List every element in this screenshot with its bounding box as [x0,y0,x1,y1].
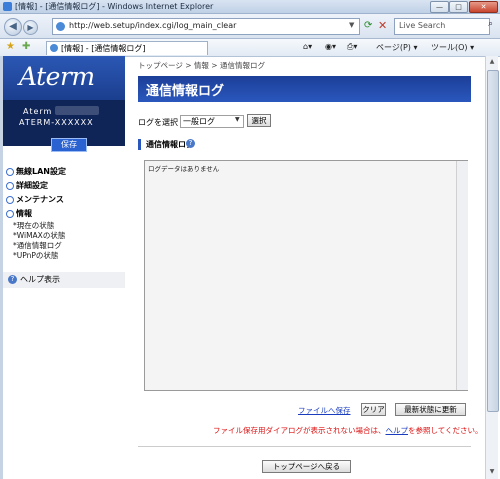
navigation-bar: ◀ ▶ http://web.setup/index.cgi/log_main_… [0,14,500,39]
menu-label: 詳細設定 [16,181,48,190]
bullet-icon [6,195,14,204]
page-title: 通信情報ログ [146,84,225,99]
search-icon[interactable]: ⌕ [488,19,493,29]
menu-label: 情報 [16,209,32,218]
feeds-icon[interactable]: ◉▾ [325,42,336,51]
clear-button[interactable]: クリア [361,403,386,416]
tab-label: [情報] - [通信情報ログ] [61,44,146,53]
sidebar: Aterm Aterm ATERM-XXXXXX 保存 無線LAN設定 詳細設定… [3,56,125,479]
save-notice: ファイル保存用ダイアログが表示されない場合は、ヘルプを参照してください。 [213,425,483,436]
back-button[interactable]: ◀ [4,18,22,36]
notice-text: ファイル保存用ダイアログが表示されない場合は、 [213,426,386,435]
page-header: 通信情報ログ [138,76,471,102]
favorites-star-icon[interactable]: ★ [6,41,15,52]
add-favorite-icon[interactable]: ✚ [22,41,30,52]
scroll-thumb[interactable] [487,70,499,412]
model-name: Aterm [23,107,53,116]
menu-maintenance[interactable]: メンテナンス [6,194,64,205]
refresh-icon[interactable]: ⟳ [364,20,372,31]
close-button[interactable]: ✕ [469,1,498,13]
redacted-text [55,106,99,115]
page-menu-label: ページ(P) [376,43,411,52]
page-icon [56,22,65,31]
stop-icon[interactable]: ✕ [378,19,387,32]
home-icon[interactable]: ⌂▾ [303,42,312,51]
tab-current[interactable]: [情報] - [通信情報ログ] [46,41,208,55]
aterm-logo: Aterm [3,56,125,100]
chevron-down-icon: ▼ [235,116,240,123]
section-marker [138,139,141,150]
maximize-button[interactable]: □ [449,1,468,13]
tab-bar: ★ ✚ [情報] - [通信情報ログ] ⌂▾ ◉▾ ⎙▾ ページ(P) ▾ ツー… [0,39,500,57]
menu-label: 無線LAN設定 [16,167,66,176]
help-label: ヘルプ表示 [20,275,60,284]
menu-info[interactable]: 情報 [6,208,32,219]
log-content: ログデータはありません [148,165,220,173]
help-icon: ? [8,275,17,284]
menu-advanced-settings[interactable]: 詳細設定 [6,180,48,191]
search-placeholder: Live Search [399,21,446,30]
tools-menu-label: ツール(O) [431,43,468,52]
bullet-icon [6,181,14,190]
forward-button[interactable]: ▶ [23,20,38,35]
help-toggle[interactable]: ? ヘルプ表示 [3,272,125,288]
ie-icon [3,2,12,11]
back-to-top-button[interactable]: トップページへ戻る [262,460,351,473]
log-textarea[interactable]: ログデータはありません [144,160,468,391]
breadcrumb: トップページ > 情報 > 通信情報ログ [138,61,265,70]
bullet-icon [6,167,14,176]
address-bar[interactable]: http://web.setup/index.cgi/log_main_clea… [52,18,360,35]
tools-menu[interactable]: ツール(O) ▾ [431,42,474,53]
minimize-button[interactable]: — [430,1,449,13]
page-scrollbar[interactable]: ▲ ▼ [485,56,499,479]
log-select-value: 一般ログ [183,117,215,126]
menu-label: メンテナンス [16,195,64,204]
page-menu[interactable]: ページ(P) ▾ [376,42,417,53]
submenu-upnp-status[interactable]: *UPnPの状態 [13,250,58,261]
select-button[interactable]: 選択 [247,114,271,127]
scroll-up-icon[interactable]: ▲ [486,56,498,68]
log-type-select[interactable]: 一般ログ ▼ [180,115,244,128]
page-icon [50,44,58,52]
print-icon[interactable]: ⎙▾ [347,42,357,52]
log-select-label: ログを選択 [138,118,178,127]
chevron-down-icon[interactable]: ▼ [349,21,354,29]
window-title-bar: [情報] - [通信情報ログ] - Windows Internet Explo… [0,0,500,14]
divider [138,446,471,447]
save-button[interactable]: 保存 [51,138,87,152]
notice-text-end: を参照してください。 [408,426,483,435]
scroll-down-icon[interactable]: ▼ [486,466,498,478]
bullet-icon [6,209,14,218]
search-input[interactable]: Live Search [394,18,490,35]
url-text: http://web.setup/index.cgi/log_main_clea… [69,21,237,30]
help-link[interactable]: ヘルプ [386,426,409,435]
log-scrollbar[interactable] [456,161,468,390]
menu-wireless-lan[interactable]: 無線LAN設定 [6,166,66,177]
refresh-button[interactable]: 最新状態に更新 [395,403,466,416]
model-id: ATERM-XXXXXX [19,118,94,127]
window-title: [情報] - [通信情報ログ] - Windows Internet Explo… [15,2,214,11]
logo-text: Aterm [19,62,95,91]
help-icon[interactable]: ? [186,139,195,148]
save-to-file-link[interactable]: ファイルへ保存 [298,405,351,416]
